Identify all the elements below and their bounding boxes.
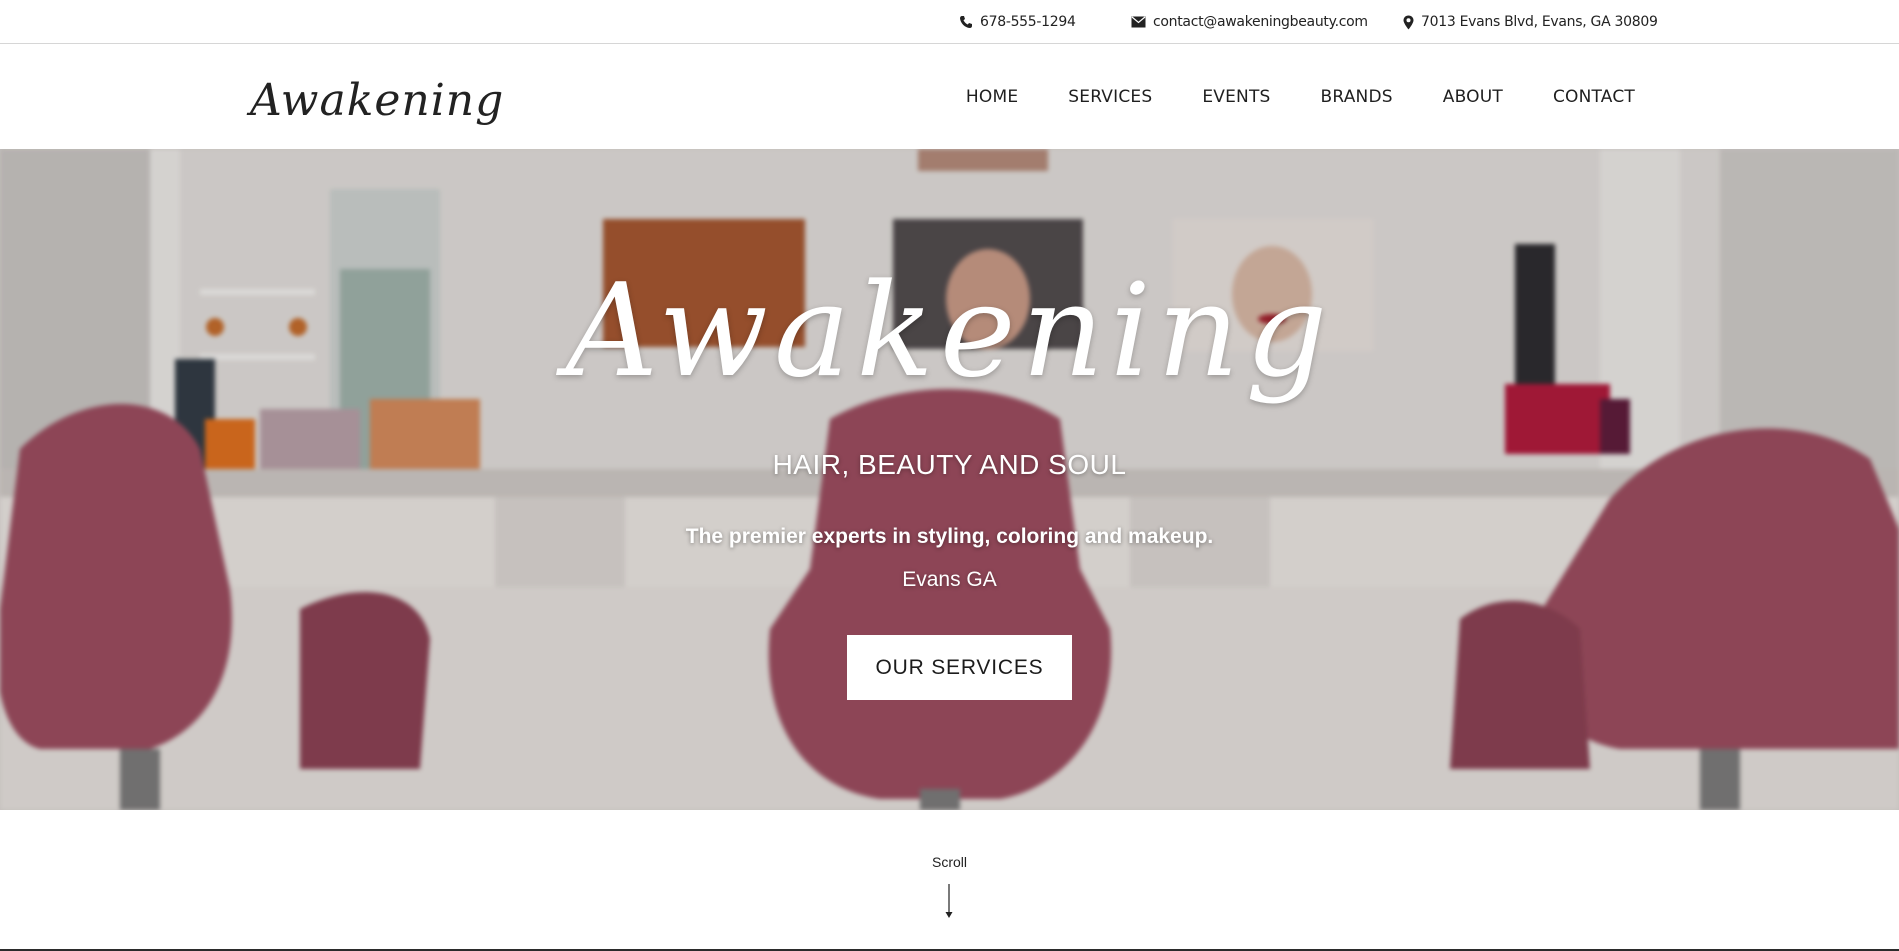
site-logo[interactable]: Awakening [250, 65, 503, 137]
street-address: 7013 Evans Blvd, Evans, GA 30809 [1421, 14, 1658, 30]
arrow-down-icon[interactable] [943, 884, 955, 919]
hero-script-title: Awakening [565, 257, 1334, 406]
phone-icon [959, 15, 973, 29]
nav-home[interactable]: HOME [966, 87, 1018, 107]
hero-tagline: The premier experts in styling, coloring… [685, 525, 1214, 548]
map-pin-icon [1403, 15, 1414, 30]
phone-number: 678-555-1294 [980, 14, 1076, 30]
nav-events[interactable]: EVENTS [1202, 87, 1270, 107]
nav-services[interactable]: SERVICES [1068, 87, 1152, 107]
nav-contact[interactable]: CONTACT [1553, 87, 1635, 107]
scroll-label[interactable]: Scroll [0, 854, 1899, 870]
hero-section: Awakening HAIR, BEAUTY AND SOUL The prem… [0, 149, 1899, 810]
hero-subtitle: HAIR, BEAUTY AND SOUL [772, 449, 1127, 480]
top-contact-bar: 678-555-1294 contact@awakeningbeauty.com… [0, 0, 1899, 44]
email-contact[interactable]: contact@awakeningbeauty.com [1131, 0, 1368, 44]
nav-about[interactable]: ABOUT [1443, 87, 1503, 107]
address-contact[interactable]: 7013 Evans Blvd, Evans, GA 30809 [1403, 0, 1658, 44]
phone-contact[interactable]: 678-555-1294 [959, 0, 1076, 44]
main-nav: HOME SERVICES EVENTS BRANDS ABOUT CONTAC… [966, 45, 1635, 149]
hero-location: Evans GA [902, 568, 997, 591]
envelope-icon [1131, 16, 1146, 28]
our-services-button[interactable]: OUR SERVICES [847, 635, 1072, 700]
site-header: Awakening HOME SERVICES EVENTS BRANDS AB… [0, 45, 1899, 149]
email-address: contact@awakeningbeauty.com [1153, 14, 1368, 30]
nav-brands[interactable]: BRANDS [1321, 87, 1393, 107]
